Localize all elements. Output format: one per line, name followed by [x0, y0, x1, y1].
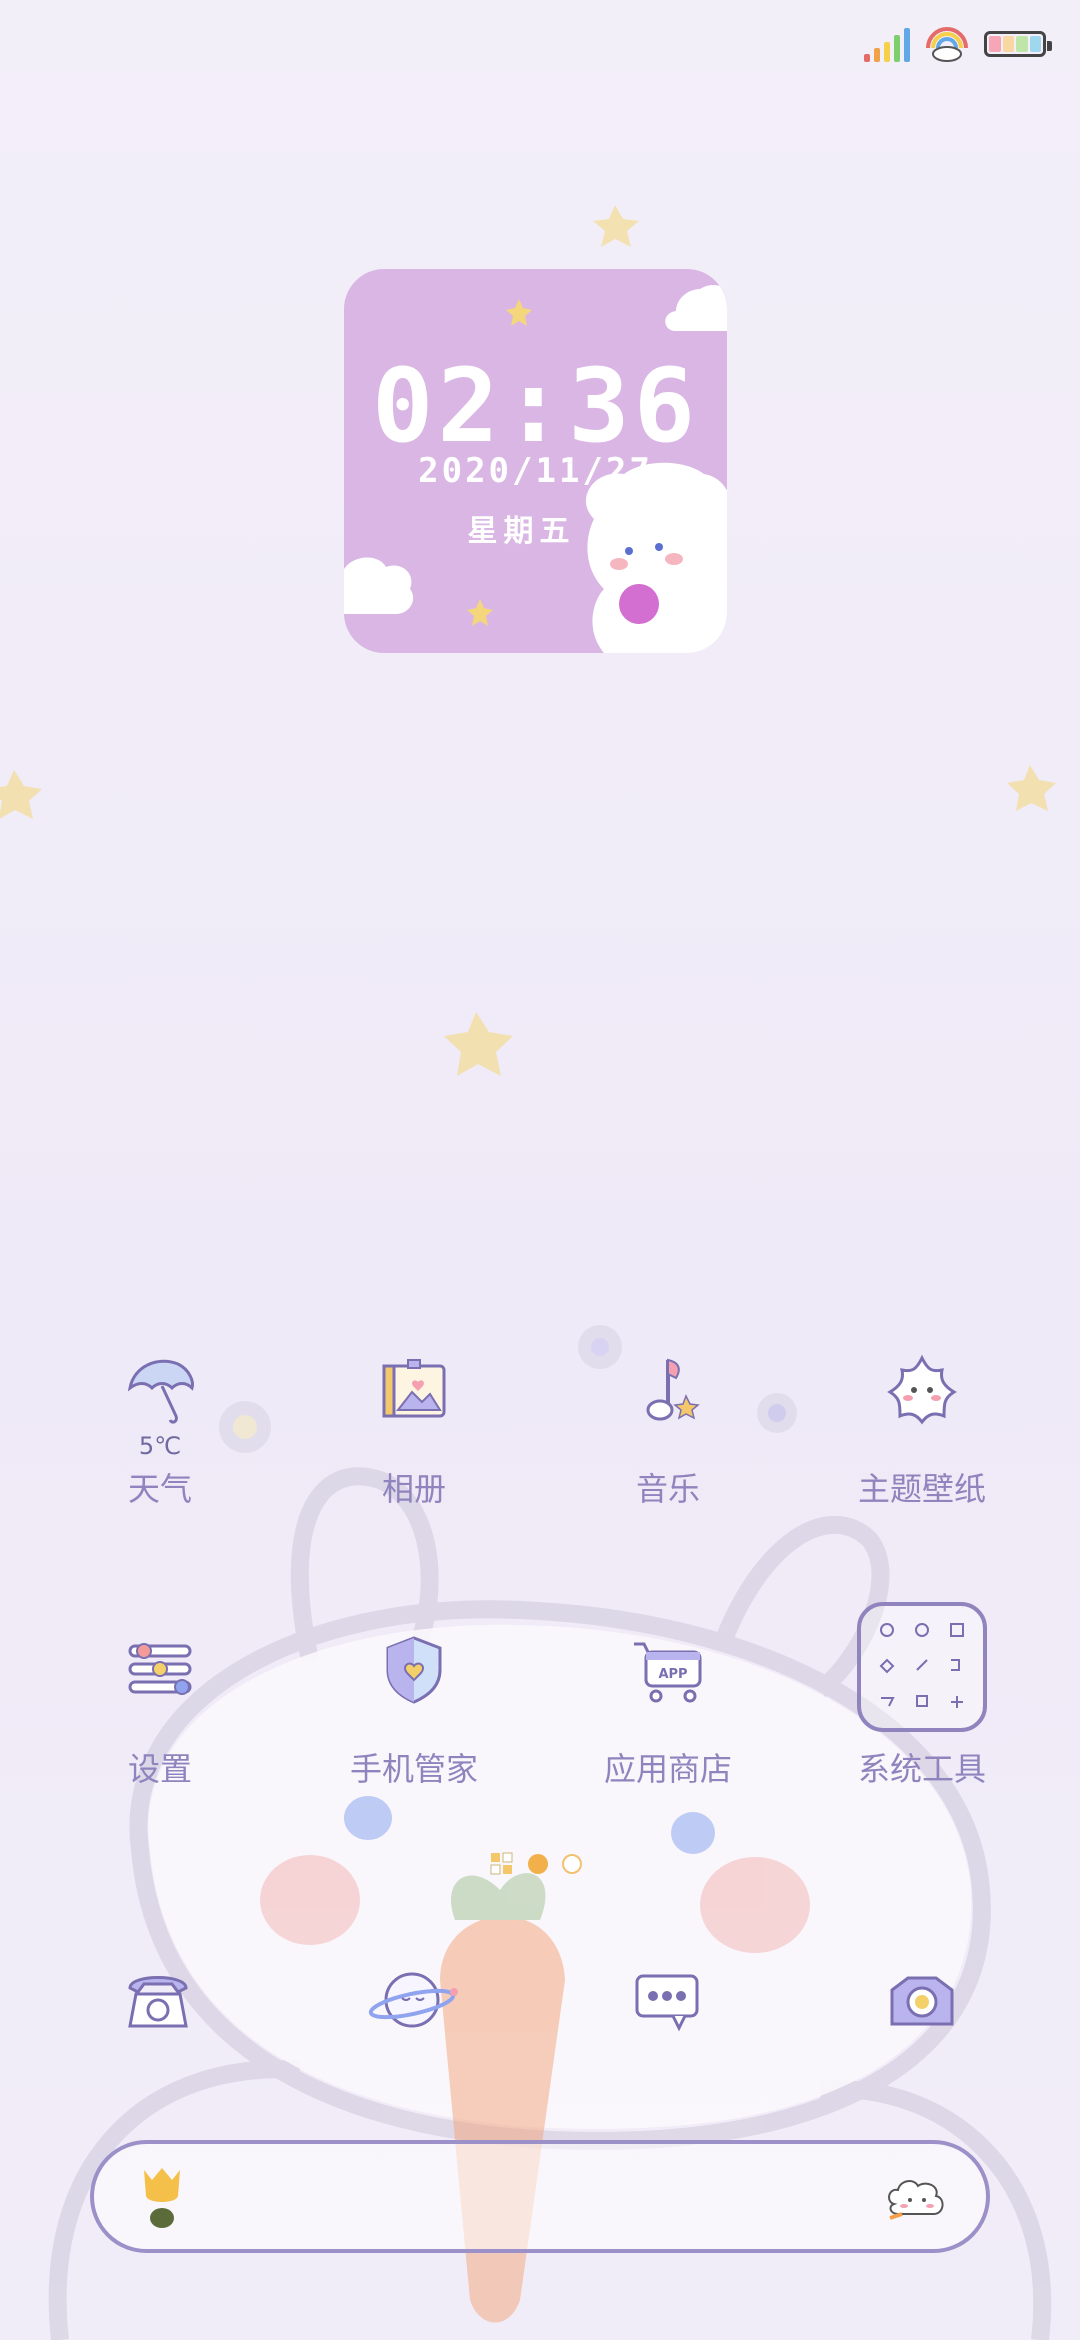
umbrella-icon [110, 1340, 210, 1440]
star-theme-icon [872, 1340, 972, 1440]
sliders-icon [110, 1620, 210, 1720]
page-dot[interactable] [562, 1854, 582, 1874]
signal-strength-icon [864, 26, 910, 62]
clock-weekday: 星期五 [467, 514, 576, 549]
app-store[interactable]: APP 应用商店 [558, 1620, 778, 1790]
app-label: 天气 [127, 1470, 192, 1508]
page-dot-active[interactable] [528, 1854, 548, 1874]
app-settings[interactable]: 设置 [50, 1620, 270, 1790]
app-phone-manager[interactable]: 手机管家 [304, 1620, 524, 1790]
dock-camera[interactable] [872, 1950, 972, 2050]
app-label: 音乐 [635, 1470, 700, 1508]
page-indicator[interactable] [490, 1852, 582, 1876]
app-music[interactable]: 音乐 [558, 1340, 778, 1510]
app-label: 系统工具 [857, 1750, 986, 1788]
shield-icon [364, 1620, 464, 1720]
browser-planet-icon [363, 1950, 463, 2050]
app-store-badge: APP [658, 1667, 687, 1682]
app-weather[interactable]: 5℃ 天气 [50, 1340, 270, 1510]
wifi-rainbow-icon [926, 27, 968, 62]
home-grid-indicator-icon [490, 1852, 513, 1875]
phone-icon [108, 1950, 208, 2050]
weather-temperature: 5℃ [138, 1432, 182, 1460]
tools-folder-icon [855, 1600, 989, 1734]
camera-icon [872, 1950, 972, 2050]
app-folder-system-tools[interactable]: 系统工具 [812, 1600, 1032, 1790]
battery-icon [984, 31, 1052, 57]
dock-phone[interactable] [108, 1950, 208, 2050]
app-store-cart-icon: APP [618, 1620, 718, 1720]
app-theme-wallpaper[interactable]: 主题壁纸 [812, 1340, 1032, 1510]
clock-widget[interactable]: 02:36 2020/11/27 星期五 [344, 269, 727, 653]
app-label: 设置 [127, 1750, 192, 1788]
status-bar [864, 24, 1052, 64]
app-label: 应用商店 [603, 1750, 732, 1788]
app-label: 手机管家 [349, 1750, 478, 1788]
clock-date: 2020/11/27 [418, 451, 653, 491]
app-label: 相册 [381, 1470, 446, 1508]
tulip-icon [144, 2168, 180, 2228]
app-label: 主题壁纸 [857, 1470, 986, 1508]
cloud-mascot-icon [888, 2180, 944, 2220]
music-note-icon [618, 1340, 718, 1440]
dock-browser[interactable] [363, 1950, 463, 2050]
clock-time: 02:36 [371, 347, 700, 466]
photo-album-icon [364, 1340, 464, 1440]
dock-messages[interactable] [617, 1950, 717, 2050]
app-gallery[interactable]: 相册 [304, 1340, 524, 1510]
messages-icon [617, 1950, 717, 2050]
search-bar[interactable] [90, 2140, 990, 2253]
